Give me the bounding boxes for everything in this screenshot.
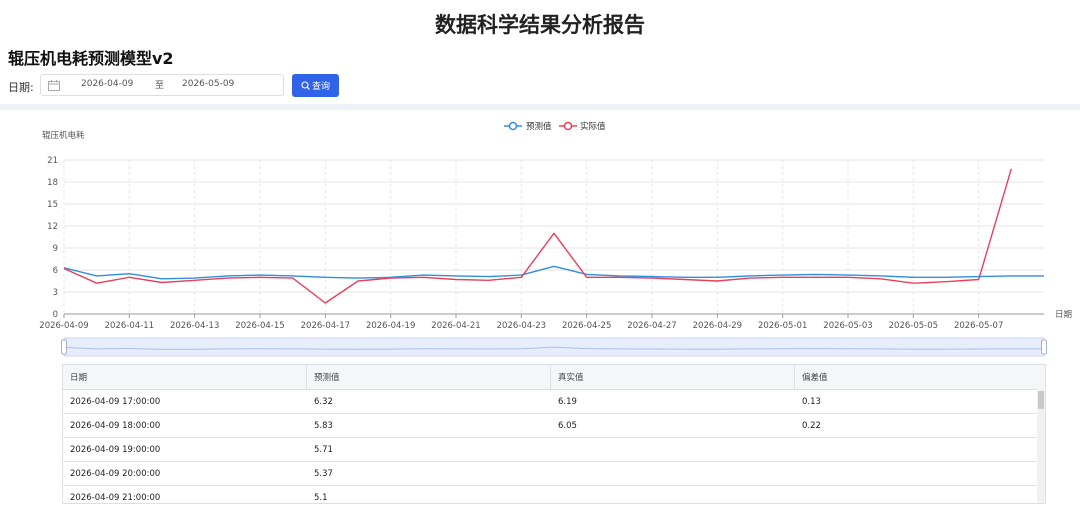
table-header-deviation: 偏差值 [802,373,828,383]
table-row: 2026-04-09 19:00:00 5.71 [63,438,1045,462]
legend-marker-predicted [508,121,518,131]
report-title: 数据科学结果分析报告 [435,13,645,37]
table-cell-predicted: 5.37 [314,468,333,479]
x-tick-label: 2026-05-01 [758,321,807,331]
table-scrollbar[interactable] [1037,389,1045,503]
table-header-row: 日期 预测值 真实值 偏差值 [63,365,1045,390]
table-cell-date: 2026-04-09 17:00:00 [70,396,161,407]
table-row: 2026-04-09 18:00:00 5.83 6.05 0.22 [63,414,1045,438]
result-table: 日期 预测值 真实值 偏差值 2026-04-09 17:00:00 6.32 … [62,364,1046,504]
x-tick-label: 2026-05-03 [823,321,872,331]
table-cell-actual [551,486,795,503]
table-cell-predicted: 6.32 [314,396,333,407]
line-series-predicted [63,265,1044,280]
table-cell-predicted: 5.1 [314,492,328,503]
x-tick-label: 2026-04-09 [39,321,88,331]
x-tick-label: 2026-04-19 [366,321,415,331]
y-tick-label: 0 [53,310,58,320]
x-tick-label: 2026-04-27 [627,321,676,331]
table-cell-deviation: 0.13 [802,396,821,407]
series-lines [63,168,1044,304]
y-tick-label: 3 [53,288,58,298]
y-tick-label: 15 [47,200,58,210]
y-tick-label: 12 [47,222,58,232]
table-cell-deviation [795,438,1039,461]
table-cell-date: 2026-04-09 19:00:00 [70,444,161,455]
table-cell-actual: 6.05 [558,420,577,431]
table-cell-date: 2026-04-09 18:00:00 [70,420,161,431]
x-tick-label: 2026-04-23 [497,321,546,331]
line-series-actual [63,168,1012,304]
table-header-actual: 真实值 [551,365,795,389]
x-tick-label: 2026-04-15 [235,321,284,331]
table-row: 2026-04-09 17:00:00 6.32 6.19 0.13 [63,390,1045,414]
y-tick-label: 9 [53,244,58,254]
x-tick-label: 2026-04-13 [170,321,219,331]
prediction-line-chart: 预测值 实际值 辊压机电耗 日期 0 3 6 9 12 15 18 21 2026-04-09 2… [39,121,1072,357]
y-tick-label: 6 [53,266,58,276]
table-scrollbar-thumb[interactable] [1038,391,1044,409]
table-row: 2026-04-09 21:00:00 5.1 [63,486,1045,503]
table-cell-predicted: 5.83 [314,420,333,431]
date-range-separator: 至 [155,81,165,91]
table-cell-date: 2026-04-09 21:00:00 [70,492,161,503]
datazoom-slider[interactable] [61,337,1047,357]
table-row: 2026-04-09 20:00:00 5.37 [63,462,1045,486]
table-cell-actual: 6.19 [558,396,577,407]
legend-marker-actual [563,121,573,131]
model-title: 辊压机电耗预测模型v2 [8,49,174,68]
x-tick-label: 2026-04-17 [301,321,350,331]
date-range-picker[interactable]: 2026-04-09 至 2026-05-09 [40,74,284,96]
table-cell-deviation: 0.22 [802,420,821,431]
table-header-predicted: 预测值 [307,365,551,389]
x-axis-title: 日期 [1055,310,1072,320]
calendar-icon [48,80,60,91]
table-cell-actual [551,462,795,485]
start-date-input[interactable]: 2026-04-09 [81,79,133,89]
end-date-input[interactable]: 2026-05-09 [182,79,234,89]
legend-label-predicted[interactable]: 预测值 [526,121,552,132]
search-icon [301,81,310,90]
result-panel: 预测值 实际值 辊压机电耗 日期 0 3 6 9 12 15 18 21 2026-04-09 2… [0,110,1080,514]
x-tick-label: 2026-04-11 [105,321,154,331]
table-cell-predicted: 5.71 [314,444,333,455]
table-cell-date: 2026-04-09 20:00:00 [70,468,161,479]
y-tick-label: 18 [47,178,58,188]
table-cell-deviation [795,486,1039,503]
table-cell-deviation [795,462,1039,485]
datazoom-left-handle [61,339,67,355]
x-tick-label: 2026-05-07 [954,321,1003,331]
date-label: 日期: [8,81,34,94]
x-tick-label: 2026-05-05 [889,321,938,331]
x-tick-label: 2026-04-21 [431,321,480,331]
x-tick-label: 2026-04-25 [562,321,611,331]
x-tick-label: 2026-04-29 [693,321,742,331]
table-cell-actual [551,438,795,461]
query-button-label: 查询 [311,82,330,92]
chart-grid: 0 3 6 9 12 15 18 21 2026-04-09 2026-04-11 2026-04-… [39,156,1044,331]
legend-label-actual[interactable]: 实际值 [580,121,606,132]
table-header-date: 日期 [63,365,307,389]
y-axis-title: 辊压机电耗 [42,130,85,141]
query-button[interactable]: 查询 [292,74,339,97]
filter-panel: 数据科学结果分析报告 辊压机电耗预测模型v2 日期: 2026-04-09 至 … [0,0,1080,104]
datazoom-right-handle [1041,339,1047,355]
chart-legend[interactable]: 预测值 实际值 [504,121,606,132]
y-tick-label: 21 [47,156,58,166]
